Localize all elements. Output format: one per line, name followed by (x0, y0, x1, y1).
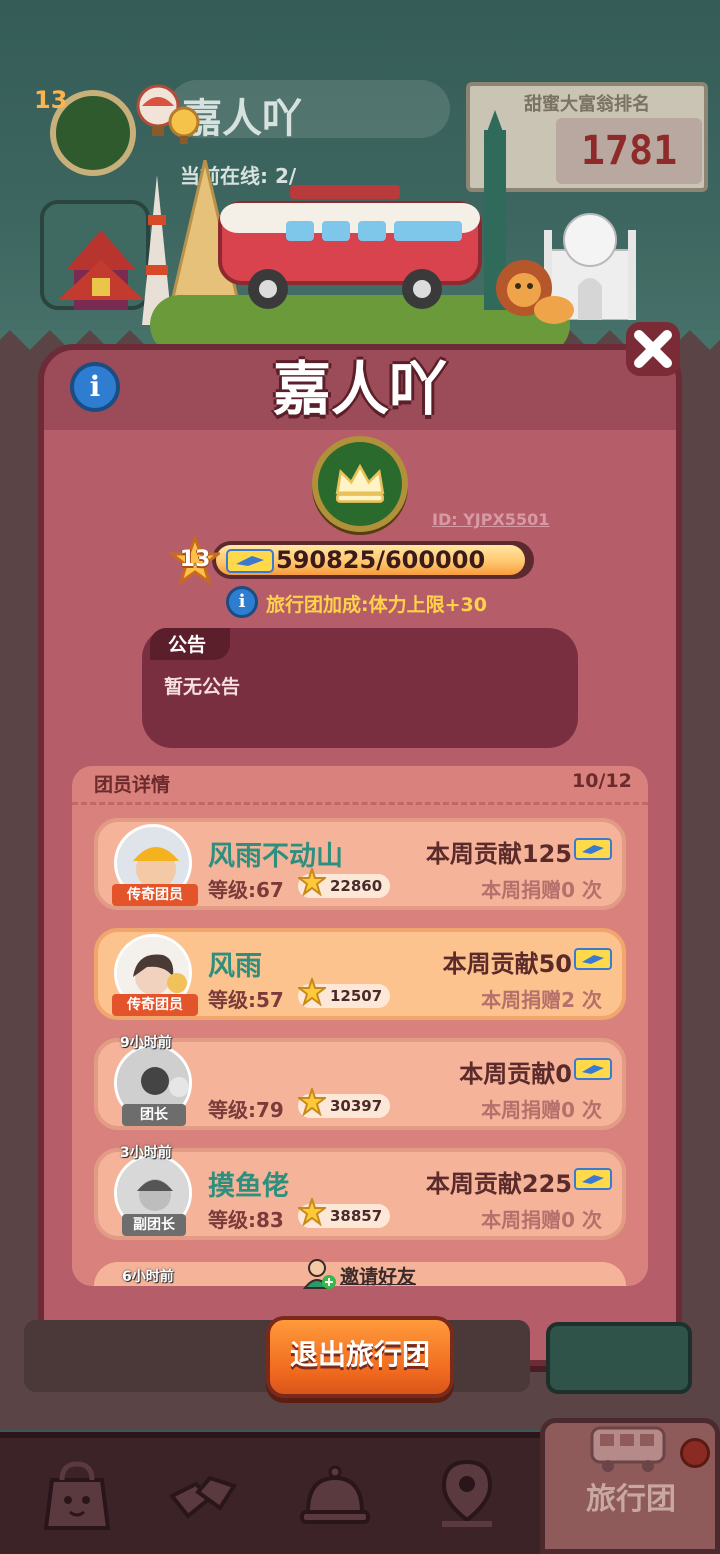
ticket-icon (574, 1058, 612, 1080)
close-button[interactable] (622, 318, 684, 380)
role-badge: 副团长 (122, 1214, 186, 1236)
bus-icon (590, 1426, 666, 1472)
members-divider (72, 802, 648, 805)
notice-text: 暂无公告 (164, 676, 241, 698)
team-id[interactable]: ID: YJPX5501 (432, 510, 549, 529)
weekly-contribution: 本周贡献125 (425, 840, 572, 868)
notification-dot (680, 1438, 710, 1468)
role-badge: 团长 (122, 1104, 186, 1126)
star-icon (298, 1198, 326, 1226)
ticket-icon (574, 838, 612, 860)
temple-icon (58, 230, 144, 310)
member-score: 38857 (330, 1207, 383, 1225)
star-icon (298, 1088, 326, 1116)
hot-air-balloon-icon (136, 84, 200, 144)
member-card[interactable]: 传奇团员 风雨 等级:57 12507 本周贡献50 本周捐赠2 次 (94, 928, 626, 1020)
member-name: 摸鱼佬 (208, 1171, 289, 1202)
last-online: 6小时前 (122, 1269, 174, 1285)
role-badge: 传奇团员 (112, 884, 198, 906)
member-score: 30397 (330, 1097, 383, 1115)
bus-icon (218, 185, 482, 309)
ticket-icon (226, 549, 274, 573)
weekly-donations: 本周捐赠0 次 (481, 1208, 602, 1232)
weekly-donations: 本周捐赠2 次 (481, 988, 602, 1012)
member-level: 等级:57 (208, 988, 284, 1012)
weekly-contribution: 本周贡献50 (442, 950, 572, 978)
member-level: 等级:83 (208, 1208, 284, 1232)
member-name: 风雨 (208, 951, 262, 982)
star-icon (298, 978, 326, 1006)
weekly-donations: 本周捐赠0 次 (481, 1098, 602, 1122)
map-pin-icon[interactable] (412, 1446, 522, 1542)
member-score: 12507 (330, 987, 383, 1005)
notice-label: 公告 (168, 634, 207, 656)
invite-friends-link[interactable]: 邀请好友 (340, 1262, 416, 1289)
background-level: 13 (34, 86, 68, 114)
role-badge: 传奇团员 (112, 994, 198, 1016)
weekly-contribution: 本周贡献0 (459, 1060, 572, 1088)
weekly-donations: 本周捐赠0 次 (481, 878, 602, 902)
bonus-info-icon[interactable]: i (226, 586, 258, 618)
last-online: 3小时前 (120, 1145, 172, 1161)
member-level: 等级:79 (208, 1098, 284, 1122)
team-bonus: 旅行团加成:体力上限+30 (266, 594, 487, 616)
team-level: 13 (179, 547, 211, 572)
invite-friend-icon[interactable] (302, 1258, 336, 1290)
background-button-right (546, 1322, 692, 1394)
service-bell-icon[interactable] (280, 1446, 390, 1542)
info-button[interactable]: i (70, 362, 120, 412)
quit-team-button[interactable]: 退出旅行团 (266, 1316, 454, 1398)
rank-board-value: 1781 (556, 118, 702, 184)
trade-icon[interactable] (148, 1446, 258, 1542)
member-score: 22860 (330, 877, 383, 895)
ticket-icon (574, 948, 612, 970)
members-title: 团员详情 (94, 774, 171, 796)
member-card[interactable]: 9小时前 团长 等级:79 30397 本周贡献0 本周捐赠0 次 (94, 1035, 626, 1130)
members-count: 10/12 (572, 770, 632, 792)
member-card[interactable]: 传奇团员 风雨不动山 等级:67 22860 本周贡献125 本周捐赠0 次 (94, 818, 626, 910)
ticket-icon (574, 1168, 612, 1190)
crown-icon (312, 436, 408, 532)
lion-icon (496, 260, 574, 324)
last-online: 9小时前 (120, 1035, 172, 1051)
weekly-contribution: 本周贡献225 (425, 1170, 572, 1198)
member-level: 等级:67 (208, 878, 284, 902)
shop-bag-icon[interactable] (22, 1446, 132, 1542)
member-card[interactable]: 3小时前 副团长 摸鱼佬 等级:83 38857 本周贡献225 本周捐赠0 次 (94, 1145, 626, 1240)
progress-text: 590825/600000 (276, 546, 486, 574)
nav-tab-label: 旅行团 (586, 1482, 676, 1517)
star-icon (298, 868, 326, 896)
